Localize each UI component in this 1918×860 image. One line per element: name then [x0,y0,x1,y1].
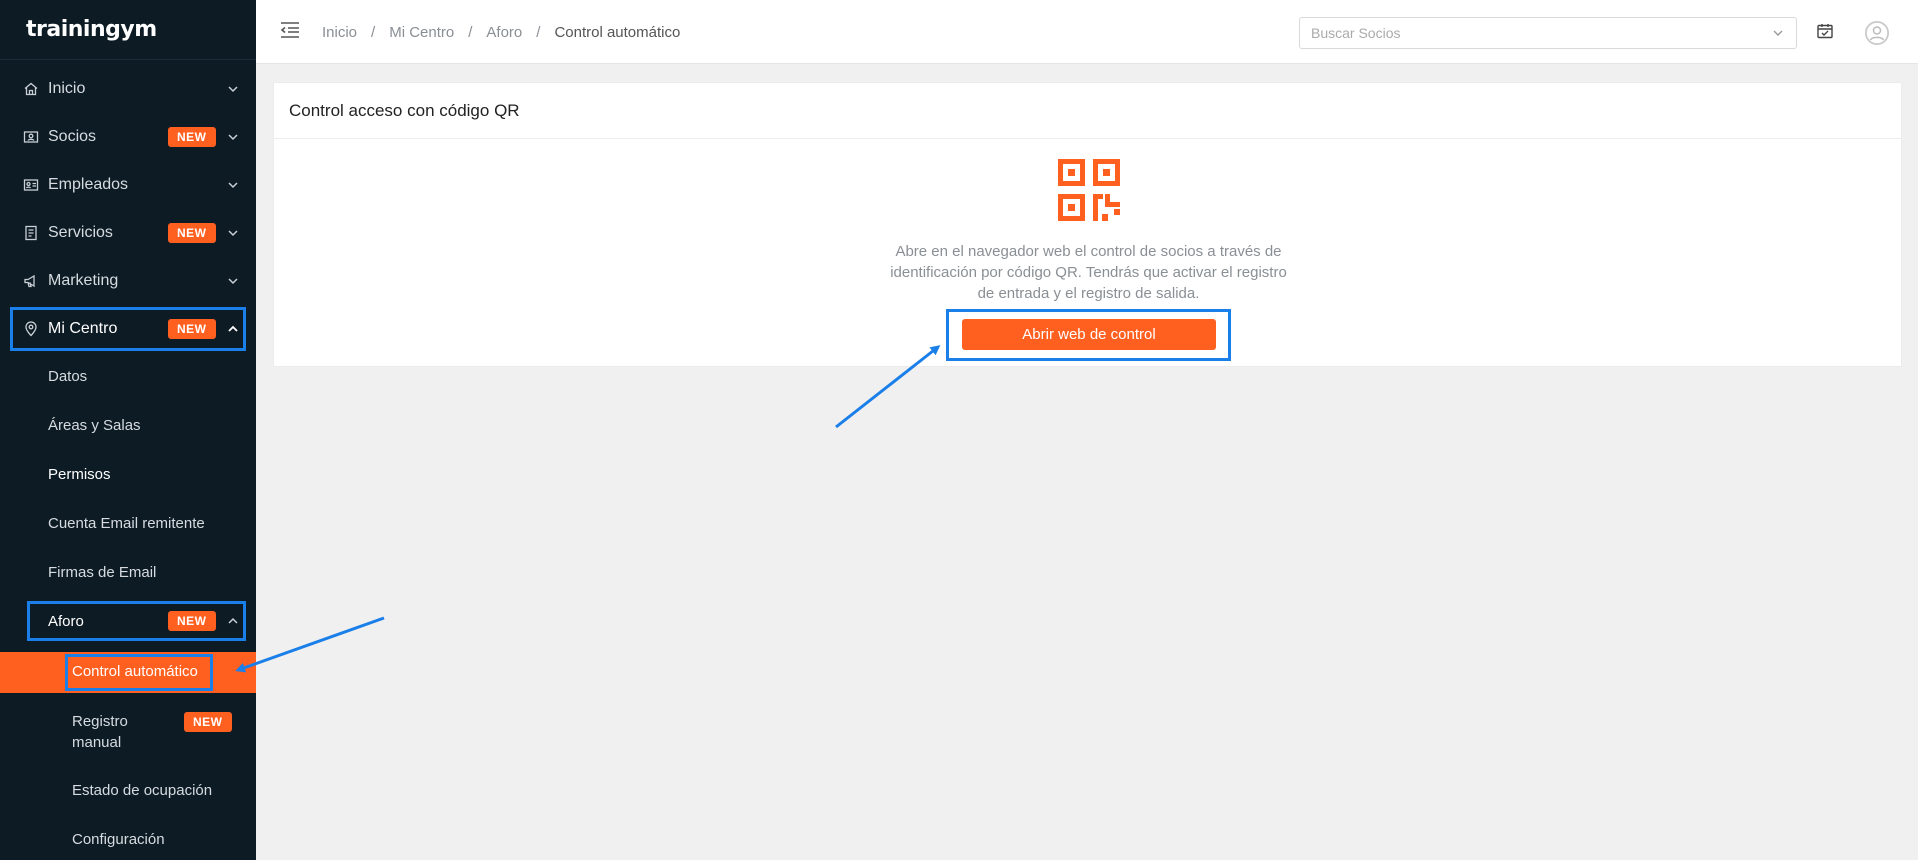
sidebar-subitem-configuracion[interactable]: Configuración [0,831,256,855]
search-select[interactable] [1299,17,1797,49]
chevron-up-icon [228,617,238,624]
breadcrumb-mi-centro[interactable]: Mi Centro [389,24,454,41]
qr-access-card: Control acceso con código QR Abre en el … [273,82,1902,367]
sidebar-subitem-registro-manual[interactable]: Registro manual NEW [0,711,256,753]
subitem-label: Registro manual [72,713,128,751]
subitem-label: Áreas y Salas [48,417,141,434]
sidebar-item-servicios[interactable]: Servicios NEW [0,209,256,257]
chevron-down-icon [1773,30,1783,36]
calendar-icon[interactable] [1816,22,1834,40]
chevron-down-icon [228,230,238,237]
sidebar-item-aforo[interactable]: Aforo NEW [0,598,256,644]
breadcrumb-separator: / [371,24,376,41]
services-icon [23,225,39,241]
new-badge: NEW [184,712,232,732]
megaphone-icon [23,273,39,289]
sidebar-item-label: Empleados [48,176,129,193]
new-badge: NEW [168,319,216,339]
breadcrumb-separator: / [536,24,541,41]
breadcrumb: Inicio / Mi Centro / Aforo / Control aut… [322,24,680,41]
sidebar-subitem-datos[interactable]: Datos [0,368,256,392]
sidebar-item-socios[interactable]: Socios NEW [0,113,256,161]
sidebar-item-mi-centro[interactable]: Mi Centro NEW [0,305,256,353]
sidebar-subitem-permisos[interactable]: Permisos [0,466,256,490]
subitem-label: Firmas de Email [48,564,157,581]
sidebar-item-label: Socios [48,128,97,145]
new-badge: NEW [168,611,216,631]
subitem-label: Control automático [72,663,198,680]
sidebar-subitem-control-automatico[interactable]: Control automático [0,652,256,693]
subitem-label: Configuración [72,831,165,848]
sidebar-item-label: Marketing [48,272,119,289]
location-pin-icon [23,321,39,337]
subitem-label: Cuenta Email remitente [48,515,205,532]
sidebar-subitem-firmas-email[interactable]: Firmas de Email [0,564,256,588]
sidebar-item-empleados[interactable]: Empleados [0,161,256,209]
subitem-label: Permisos [48,466,111,483]
breadcrumb-current: Control automático [554,24,681,41]
chevron-down-icon [228,86,238,93]
sidebar-item-label: Inicio [48,80,86,97]
sidebar-subitem-areas-salas[interactable]: Áreas y Salas [0,417,256,441]
avatar[interactable] [1865,21,1889,45]
member-card-icon [23,129,39,145]
topbar: Inicio / Mi Centro / Aforo / Control aut… [256,0,1918,64]
breadcrumb-inicio[interactable]: Inicio [322,24,357,41]
chevron-up-icon [228,325,238,332]
app-logo[interactable]: trainingym [0,0,256,60]
search-input[interactable] [1300,18,1740,48]
sidebar-subitem-cuenta-email[interactable]: Cuenta Email remitente [0,515,256,539]
breadcrumb-aforo[interactable]: Aforo [486,24,522,41]
subitem-label: Estado de ocupación [72,782,213,799]
breadcrumb-separator: / [468,24,473,41]
new-badge: NEW [168,127,216,147]
sidebar: trainingym Inicio Socios NEW Empleados S… [0,0,256,860]
chevron-down-icon [228,134,238,141]
new-badge: NEW [168,223,216,243]
card-description: Abre en el navegador web el control de s… [890,243,1287,302]
sidebar-item-marketing[interactable]: Marketing [0,257,256,305]
chevron-down-icon [228,278,238,285]
card-title: Control acceso con código QR [274,83,1901,139]
sidebar-item-label: Servicios [48,224,113,241]
arrow-to-sidebar-item [235,616,385,673]
id-card-icon [23,177,39,193]
sidebar-subitem-estado-ocupacion[interactable]: Estado de ocupación [0,782,256,806]
sidebar-item-label: Aforo [48,612,84,630]
sidebar-item-inicio[interactable]: Inicio [0,65,256,113]
home-icon [23,81,39,97]
open-control-web-button[interactable]: Abrir web de control [962,319,1216,350]
sidebar-item-label: Mi Centro [48,320,118,337]
qr-code-icon [1058,159,1120,221]
user-icon [1865,21,1889,45]
chevron-down-icon [228,182,238,189]
menu-collapse-icon[interactable] [280,21,300,39]
subitem-label: Datos [48,368,88,385]
